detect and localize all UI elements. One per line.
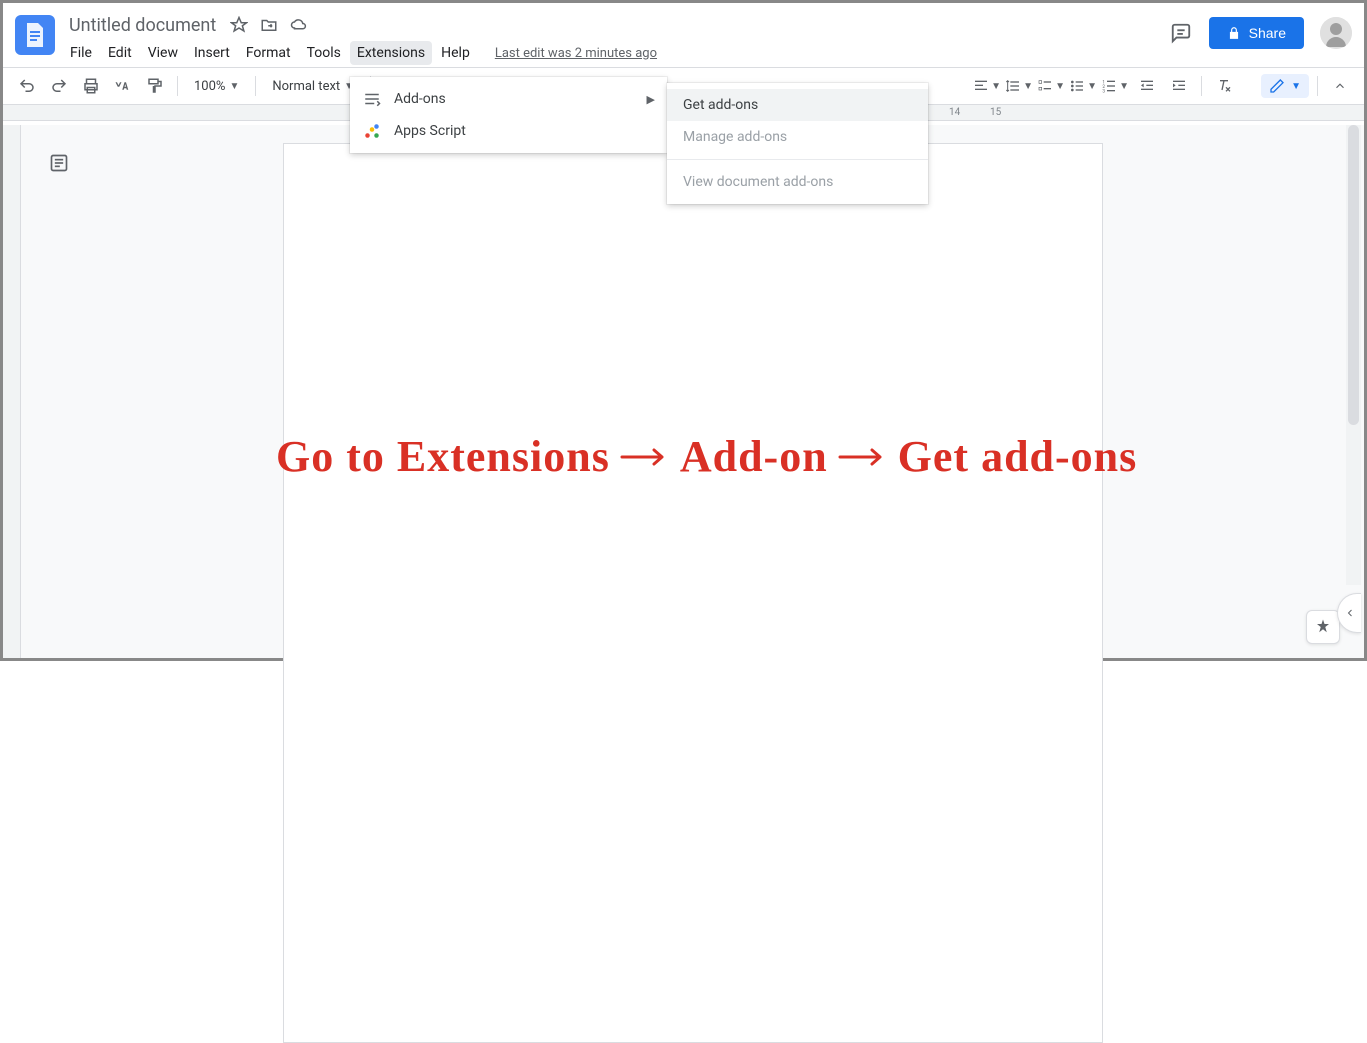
cloud-status-icon[interactable] [290, 16, 308, 34]
addons-submenu: Get add-ons Manage add-ons View document… [667, 83, 928, 204]
clear-formatting-button[interactable] [1210, 72, 1238, 100]
move-icon[interactable] [260, 16, 278, 34]
spellcheck-button[interactable] [109, 72, 137, 100]
checklist-button[interactable]: ▼ [1037, 72, 1065, 100]
menu-insert[interactable]: Insert [187, 41, 237, 65]
menu-item-manage-addons[interactable]: Manage add-ons [667, 121, 928, 153]
document-title[interactable]: Untitled document [63, 13, 222, 38]
menu-view[interactable]: View [141, 41, 185, 65]
undo-button[interactable] [13, 72, 41, 100]
increase-indent-button[interactable] [1165, 72, 1193, 100]
vertical-ruler[interactable] [3, 125, 21, 658]
explore-button[interactable] [1306, 610, 1340, 644]
collapse-toolbar-button[interactable] [1326, 72, 1354, 100]
line-spacing-button[interactable]: ▼ [1005, 72, 1033, 100]
menu-format[interactable]: Format [239, 41, 298, 65]
docs-logo[interactable] [15, 15, 55, 55]
outline-toggle-button[interactable] [45, 149, 73, 177]
vertical-scrollbar[interactable] [1346, 125, 1361, 585]
share-button[interactable]: Share [1209, 17, 1304, 49]
chevron-right-icon: ▶ [647, 93, 655, 106]
menu-edit[interactable]: Edit [101, 41, 139, 65]
handwritten-annotation: Go to Extensions Add-on Get add-ons [276, 431, 1137, 482]
align-button[interactable]: ▼ [973, 72, 1001, 100]
style-select[interactable]: Normal text▼ [264, 79, 362, 94]
apps-script-icon [362, 121, 382, 141]
last-edit-link[interactable]: Last edit was 2 minutes ago [495, 46, 657, 61]
menu-item-apps-script[interactable]: Apps Script [350, 115, 667, 147]
menu-item-get-addons[interactable]: Get add-ons [667, 89, 928, 121]
paint-format-button[interactable] [141, 72, 169, 100]
editing-mode-button[interactable]: ▼ [1261, 74, 1309, 98]
star-icon[interactable] [230, 16, 248, 34]
menu-file[interactable]: File [63, 41, 99, 65]
share-label: Share [1249, 25, 1286, 41]
print-button[interactable] [77, 72, 105, 100]
decrease-indent-button[interactable] [1133, 72, 1161, 100]
scrollbar-thumb[interactable] [1348, 125, 1359, 425]
menu-item-view-doc-addons[interactable]: View document add-ons [667, 166, 928, 198]
menubar: File Edit View Insert Format Tools Exten… [63, 41, 1169, 65]
extensions-dropdown: Add-ons ▶ Apps Script [350, 77, 667, 153]
menu-item-addons[interactable]: Add-ons ▶ [350, 83, 667, 115]
menu-help[interactable]: Help [434, 41, 477, 65]
svg-text:3: 3 [1102, 89, 1105, 94]
menu-tools[interactable]: Tools [300, 41, 348, 65]
redo-button[interactable] [45, 72, 73, 100]
zoom-select[interactable]: 100%▼ [186, 79, 247, 94]
bullet-list-button[interactable]: ▼ [1069, 72, 1097, 100]
document-page[interactable] [283, 143, 1103, 1043]
menu-extensions[interactable]: Extensions [350, 41, 432, 65]
menu-separator [667, 159, 928, 160]
numbered-list-button[interactable]: 123▼ [1101, 72, 1129, 100]
comments-icon[interactable] [1169, 21, 1193, 45]
user-avatar[interactable] [1320, 17, 1352, 49]
addons-icon [362, 89, 382, 109]
